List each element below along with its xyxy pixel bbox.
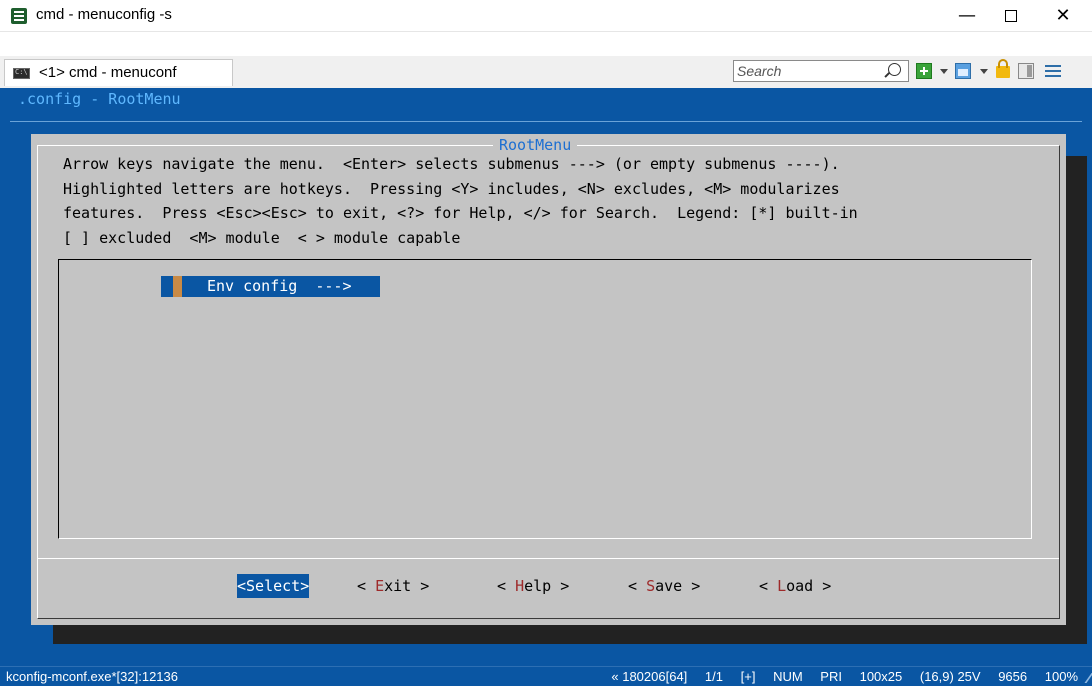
exit-pre: < (357, 577, 376, 595)
new-console-icon[interactable] (916, 63, 932, 79)
help-line: Highlighted letters are hotkeys. Pressin… (63, 179, 840, 198)
help-hotkey: H (515, 577, 525, 595)
window-title: cmd - menuconfig -s (36, 6, 172, 23)
maximize-icon (1005, 10, 1017, 22)
help-line: features. Press <Esc><Esc> to exit, <?> … (63, 204, 858, 222)
maximize-button[interactable] (988, 0, 1034, 32)
help-pre: < (497, 577, 516, 595)
cmd-icon (13, 68, 30, 79)
status-num[interactable]: NUM (773, 669, 803, 684)
tab-label: <1> cmd - menuconf (39, 64, 177, 81)
exit-post: xit > (384, 577, 430, 595)
title-bar: cmd - menuconfig -s — ✕ (0, 0, 1092, 32)
help-line: [ ] excluded <M> module < > module capab… (63, 228, 461, 247)
window-icon[interactable] (955, 63, 971, 79)
help-post: elp > (524, 577, 570, 595)
menu-item-env-config[interactable]: Env config ---> (161, 276, 380, 297)
status-mem[interactable]: 9656 (998, 669, 1027, 684)
minimize-button[interactable]: — (944, 0, 990, 32)
search-icon[interactable] (888, 63, 901, 76)
status-pri[interactable]: PRI (820, 669, 842, 684)
help-button[interactable]: < Help > (497, 574, 569, 598)
console-app-icon (11, 8, 27, 24)
process-info[interactable]: kconfig-mconf.exe*[32]:12136 (6, 667, 178, 686)
button-row: <Select> < Exit > < Help > < Save > < Lo… (31, 574, 1066, 598)
header-divider (10, 121, 1082, 122)
save-pre: < (628, 577, 647, 595)
hotkey-marker (173, 276, 182, 297)
load-button[interactable]: < Load > (759, 574, 831, 598)
status-fields: « 180206[64] 1/1 [+] NUM PRI 100x25 (16,… (597, 667, 1078, 686)
save-hotkey: S (646, 577, 656, 595)
exit-button[interactable]: < Exit > (357, 574, 429, 598)
tab-console-1[interactable]: <1> cmd - menuconf (4, 59, 233, 86)
load-hotkey: L (777, 577, 787, 595)
exit-hotkey: E (375, 577, 385, 595)
status-zoom[interactable]: 100% (1045, 669, 1078, 684)
status-position[interactable]: « 180206[64] (611, 669, 687, 684)
load-pre: < (759, 577, 778, 595)
select-button[interactable]: <Select> (237, 574, 310, 598)
menuconfig-dialog: RootMenu Arrow keys navigate the menu. <… (31, 134, 1066, 625)
search-input[interactable] (737, 62, 877, 80)
status-coords[interactable]: (16,9) 25V (920, 669, 981, 684)
lock-icon[interactable] (996, 59, 1010, 78)
resize-grip-icon[interactable] (1076, 673, 1092, 683)
window-dropdown-icon[interactable] (980, 69, 988, 74)
config-title: .config - RootMenu (18, 90, 181, 108)
save-button[interactable]: < Save > (628, 574, 700, 598)
status-plus[interactable]: [+] (741, 669, 756, 684)
hamburger-menu-icon[interactable] (1045, 63, 1063, 79)
save-post: ave > (655, 577, 701, 595)
status-bar: kconfig-mconf.exe*[32]:12136 « 180206[64… (0, 666, 1092, 686)
new-console-dropdown-icon[interactable] (940, 69, 948, 74)
help-line: Arrow keys navigate the menu. <Enter> se… (63, 155, 840, 173)
dialog-shadow (1064, 156, 1087, 644)
console-area[interactable]: .config - RootMenu RootMenu Arrow keys n… (0, 88, 1092, 666)
button-divider (38, 558, 1059, 559)
close-button[interactable]: ✕ (1040, 0, 1086, 32)
status-size[interactable]: 100x25 (860, 669, 903, 684)
menu-item-label: Env config ---> (207, 277, 352, 295)
help-text: Arrow keys navigate the menu. <Enter> se… (63, 152, 858, 250)
status-pages[interactable]: 1/1 (705, 669, 723, 684)
dialog-shadow-bottom (53, 625, 1087, 644)
panel-icon[interactable] (1018, 63, 1034, 79)
search-box[interactable] (733, 60, 909, 82)
load-post: oad > (786, 577, 832, 595)
